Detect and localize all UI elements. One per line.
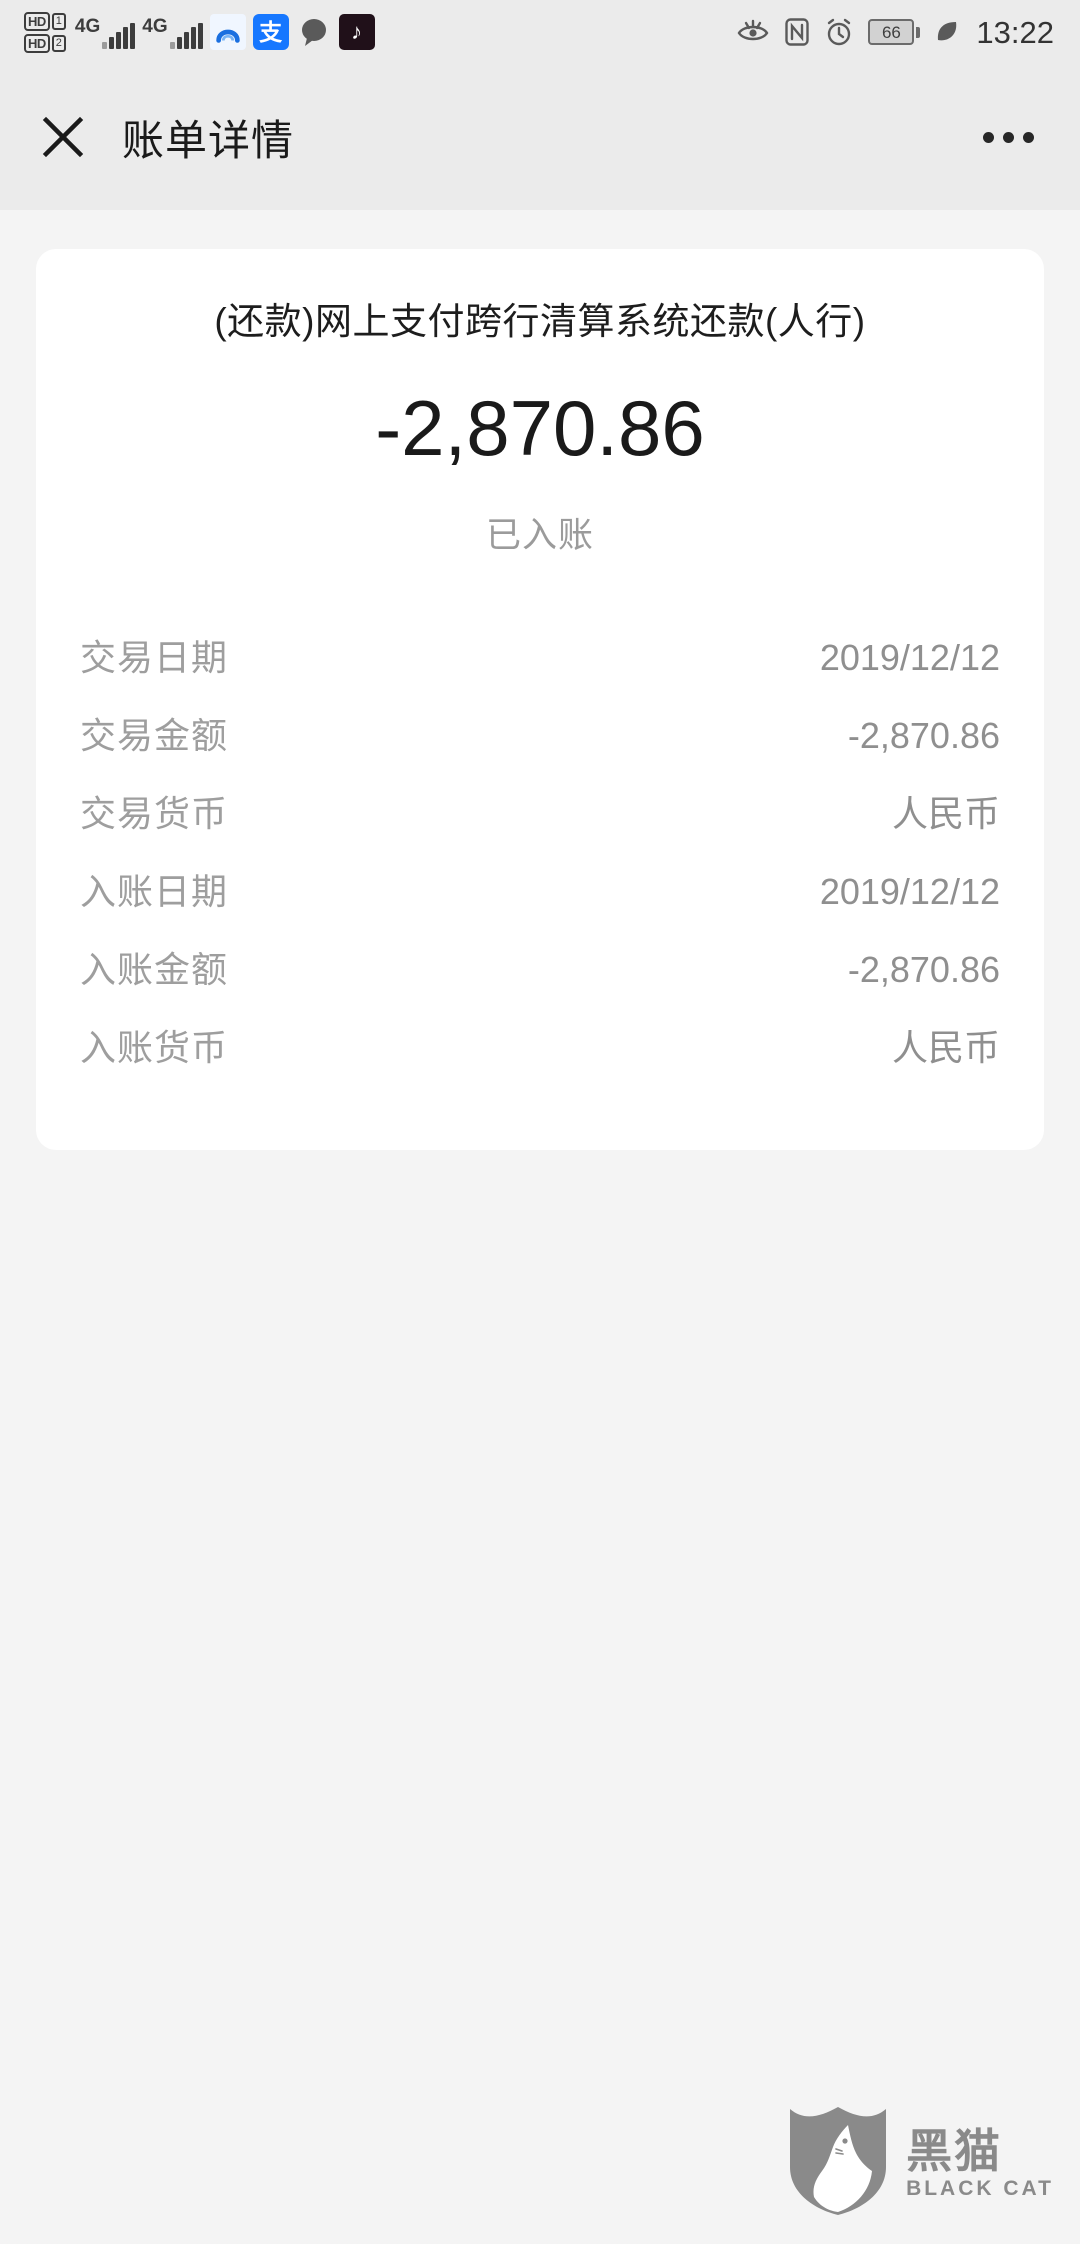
alarm-clock-icon — [824, 17, 854, 47]
status-bar-left: HD 1 HD 2 4G 4G 支 ♪ — [24, 11, 375, 53]
black-cat-shield-logo — [786, 2105, 890, 2222]
table-row: 入账货币 人民币 — [80, 1006, 1000, 1084]
alipay-icon: 支 — [252, 14, 289, 50]
detail-list: 交易日期 2019/12/12 交易金额 -2,870.86 交易货币 人民币 … — [80, 616, 1000, 1084]
signal-indicator-sim1: 4G — [74, 15, 136, 49]
app-header: 账单详情 — [0, 64, 1080, 210]
battery-level-label: 66 — [881, 22, 901, 42]
status-badge: 已入账 — [485, 515, 594, 555]
tiktok-icon: ♪ — [338, 14, 375, 50]
status-bar: HD 1 HD 2 4G 4G 支 ♪ 66 13:22 — [0, 0, 1080, 64]
detail-value: -2,870.86 — [847, 948, 1000, 990]
more-options-icon[interactable] — [977, 116, 1040, 159]
transaction-amount: -2,870.86 — [375, 383, 705, 472]
sim1-hd-row: HD 1 — [24, 11, 66, 31]
page-content: (还款)网上支付跨行清算系统还款(人行) -2,870.86 已入账 交易日期 … — [0, 210, 1080, 2244]
watermark-name-en: BLACK CAT — [906, 2177, 1054, 2200]
sim1-badge: 1 — [51, 12, 66, 30]
table-row: 入账日期 2019/12/12 — [80, 850, 1000, 928]
battery-indicator: 66 — [868, 19, 921, 45]
battery-icon: 66 — [868, 19, 915, 45]
hd-icon: HD — [24, 33, 50, 53]
signal-bars-icon — [169, 23, 203, 49]
watermark: 黑猫 BLACK CAT — [786, 2105, 1054, 2222]
sim2-badge: 2 — [51, 34, 66, 52]
sim2-hd-row: HD 2 — [24, 33, 66, 53]
detail-label: 交易货币 — [80, 792, 229, 834]
page-title: 账单详情 — [122, 116, 295, 164]
signal-indicator-sim2: 4G — [142, 15, 203, 49]
detail-value: 人民币 — [891, 1026, 1000, 1068]
detail-value: 2019/12/12 — [819, 636, 1000, 678]
detail-label: 入账金额 — [80, 948, 229, 990]
network-type-label: 4G — [142, 16, 168, 37]
browser-icon — [209, 14, 246, 50]
hd-icon: HD — [24, 11, 50, 31]
status-bar-right: 66 13:22 — [736, 17, 1054, 48]
watermark-text: 黑猫 BLACK CAT — [906, 2128, 1054, 2199]
transaction-title: (还款)网上支付跨行清算系统还款(人行) — [214, 301, 866, 342]
watermark-name-cn: 黑猫 — [906, 2125, 1003, 2177]
table-row: 交易日期 2019/12/12 — [80, 616, 1000, 694]
status-bar-clock: 13:22 — [976, 14, 1054, 50]
leaf-power-saving-icon — [934, 18, 960, 46]
network-type-label: 4G — [74, 16, 101, 37]
detail-label: 交易日期 — [80, 636, 229, 678]
detail-label: 交易金额 — [80, 714, 229, 756]
detail-label: 入账货币 — [80, 1026, 229, 1068]
table-row: 入账金额 -2,870.86 — [80, 928, 1000, 1006]
detail-label: 入账日期 — [80, 870, 229, 912]
table-row: 交易金额 -2,870.86 — [80, 694, 1000, 772]
detail-value: 2019/12/12 — [819, 870, 1000, 912]
bill-detail-card: (还款)网上支付跨行清算系统还款(人行) -2,870.86 已入账 交易日期 … — [36, 249, 1044, 1150]
signal-bars-icon — [102, 23, 136, 49]
nfc-icon — [784, 17, 810, 47]
detail-value: -2,870.86 — [847, 714, 1000, 756]
battery-cap — [916, 26, 921, 38]
dual-sim-hd-indicators: HD 1 HD 2 — [24, 11, 66, 53]
close-icon[interactable] — [36, 110, 90, 164]
chat-bubble-icon — [296, 14, 332, 50]
table-row: 交易货币 人民币 — [80, 772, 1000, 850]
eye-comfort-icon — [736, 17, 770, 47]
detail-value: 人民币 — [891, 792, 1000, 834]
